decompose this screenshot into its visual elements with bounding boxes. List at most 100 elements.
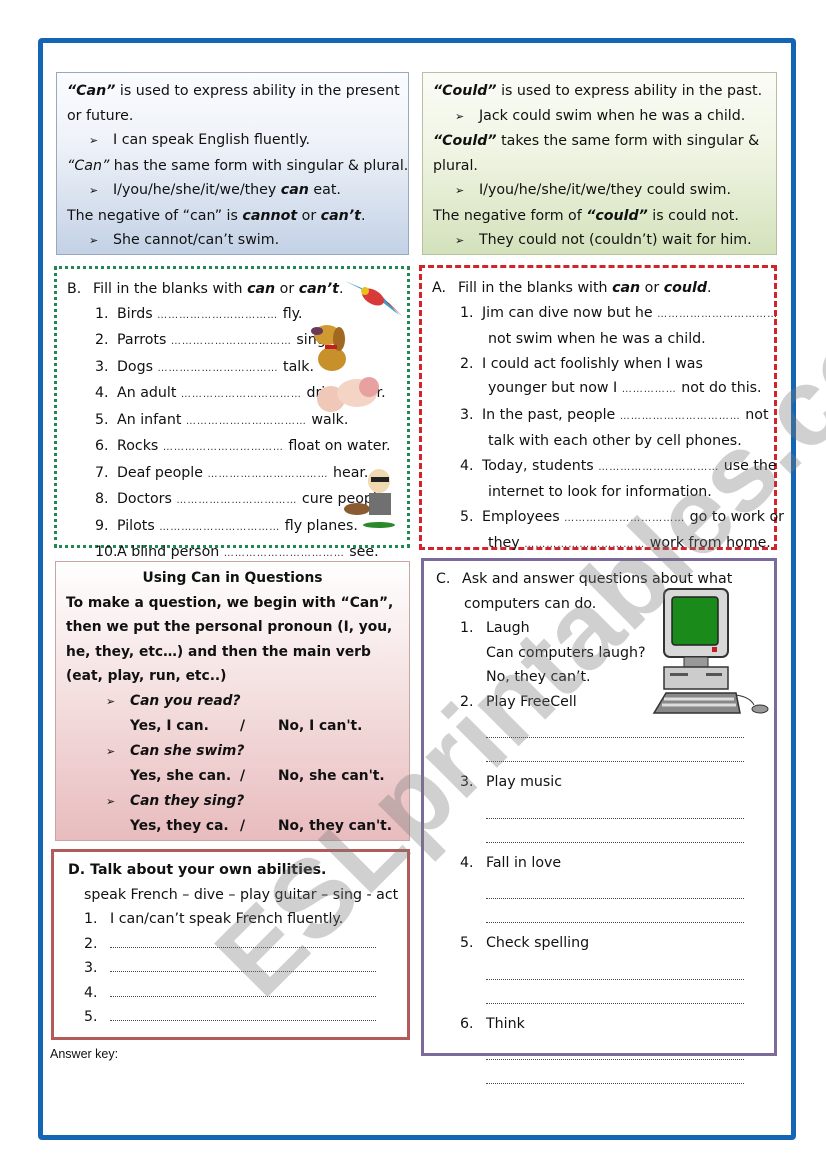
item-number: 5. <box>95 411 109 428</box>
answer-line[interactable] <box>486 798 744 819</box>
blank-field[interactable]: …………………………… <box>186 416 307 427</box>
item-number: 5. <box>460 508 474 525</box>
text: or <box>275 281 299 297</box>
list-item: 4. Fall in love <box>436 851 762 876</box>
answer-line[interactable] <box>486 1063 744 1084</box>
item-number: 3. <box>460 406 474 423</box>
arrow-bullet-icon: ➢ <box>106 744 116 758</box>
item-label: Check spelling <box>486 935 590 951</box>
answer-line[interactable] <box>110 982 376 997</box>
answer-line[interactable] <box>110 933 376 948</box>
dog-icon <box>311 325 346 371</box>
item-number: 3. <box>95 358 109 375</box>
emphasis: could <box>663 280 707 296</box>
question-examples: ➢ Can you read? Yes, I can. / No, I can't. ➢ C… <box>66 689 399 839</box>
item-number: 4. <box>460 854 474 871</box>
answer-line[interactable] <box>486 902 744 923</box>
arrow-bullet-icon: ➢ <box>455 234 465 247</box>
text: Fill in the blanks with <box>458 280 613 296</box>
text: Today, students <box>482 457 599 474</box>
text: or future. <box>67 107 134 124</box>
blank-field[interactable]: …………………………… <box>564 513 685 524</box>
item-label: Laugh <box>486 620 530 636</box>
item-number: 5. <box>84 1009 98 1025</box>
text: Fill in the blanks with <box>93 281 248 297</box>
item-number: 4. <box>84 984 98 1001</box>
text: float on water. <box>288 438 391 454</box>
yes-answer: Yes, she can. <box>130 768 232 784</box>
answer-line[interactable] <box>110 1006 376 1021</box>
separator: / <box>240 718 246 734</box>
answer-line[interactable] <box>486 983 744 1004</box>
text: eat. <box>308 182 341 198</box>
emphasis: can <box>247 281 276 297</box>
blank-field[interactable]: …………………………… <box>207 469 328 480</box>
item-number: 3. <box>460 774 474 790</box>
example-answer: I can/can’t speak French fluently. <box>110 911 344 927</box>
list-item: 6. Think <box>436 1012 762 1037</box>
list-item: 5. Check spelling <box>436 931 762 956</box>
exercise-d-box: D. Talk about your own abilities. speak … <box>51 849 410 1040</box>
item-number: 6. <box>95 438 109 454</box>
answer-line[interactable] <box>486 717 744 738</box>
item-number: 4. <box>460 457 474 474</box>
no-answer: No, she can't. <box>278 768 385 784</box>
blank-field[interactable]: …………………………… <box>620 411 741 422</box>
blank-field[interactable]: …………………………… <box>657 309 778 320</box>
answer-line[interactable] <box>486 822 744 843</box>
item-number: 1. <box>84 911 98 927</box>
arrow-bullet-icon: ➢ <box>106 794 116 808</box>
text: he, they, etc…) and then the main verb <box>66 643 371 660</box>
question: Can they sing? <box>130 792 245 809</box>
blank-field[interactable]: …………………………… <box>176 495 297 506</box>
list-item: 4. <box>68 981 393 1006</box>
blank-field[interactable]: …………………………… <box>158 363 279 374</box>
blank-field[interactable]: …………………………… <box>224 548 345 559</box>
answer-line[interactable] <box>486 741 744 762</box>
blank-field[interactable]: …………………………… <box>598 462 719 473</box>
blank-field[interactable]: …………………………… <box>181 389 302 400</box>
questions-explanation-box: Using Can in Questions To make a questio… <box>55 561 410 841</box>
exercise-d-title: D. Talk about your own abilities. <box>68 862 327 878</box>
text: fly. <box>282 305 303 322</box>
text: they <box>488 535 525 551</box>
text: Rocks <box>117 438 159 454</box>
text: is could not. <box>647 207 739 224</box>
text: not swim when he was a child. <box>488 331 706 347</box>
answer-line[interactable] <box>486 959 744 980</box>
blank-field[interactable]: …………………………… <box>171 336 292 347</box>
list-item: 3. <box>68 956 393 981</box>
item-number: 1. <box>95 305 109 322</box>
answer-line[interactable] <box>110 957 376 972</box>
list-item: 5. <box>68 1005 393 1030</box>
item-number: 2. <box>95 332 109 348</box>
example: I/you/he/she/it/we/they <box>113 182 281 198</box>
questions-title: Using Can in Questions <box>142 570 323 586</box>
list-item: 2. I could act foolishly when I was <box>432 352 764 377</box>
item-number: 5. <box>460 935 474 951</box>
blank-field[interactable]: …………………………… <box>524 539 645 550</box>
text: not do this. <box>676 380 762 396</box>
text: work from home. <box>645 535 771 551</box>
list-item: 4. Today, students …………………………… use the <box>432 454 777 481</box>
blank-field[interactable]: …………… <box>622 384 677 395</box>
blank-field[interactable]: …………………………… <box>159 522 280 533</box>
text: or <box>640 280 664 296</box>
question-example: ➢ Can they sing? <box>66 789 399 815</box>
text: Employees <box>482 508 565 525</box>
example: I can speak English fluently. <box>113 132 311 148</box>
parrot-icon <box>345 281 403 317</box>
separator: / <box>240 818 246 834</box>
list-item-continued: younger but now I …………… not do this. <box>432 376 764 403</box>
arrow-bullet-icon: ➢ <box>89 184 99 197</box>
section-letter: A. <box>432 280 446 296</box>
item-label: Fall in love <box>486 854 562 871</box>
blank-field[interactable]: …………………………… <box>163 442 284 453</box>
answer-line[interactable] <box>486 1039 744 1060</box>
could-term: “Could” <box>433 133 497 149</box>
list-item: 1. Jim can dive now but he …………………………… <box>432 301 777 328</box>
answer-line[interactable] <box>486 878 744 899</box>
blank-field[interactable]: …………………………… <box>157 310 278 321</box>
